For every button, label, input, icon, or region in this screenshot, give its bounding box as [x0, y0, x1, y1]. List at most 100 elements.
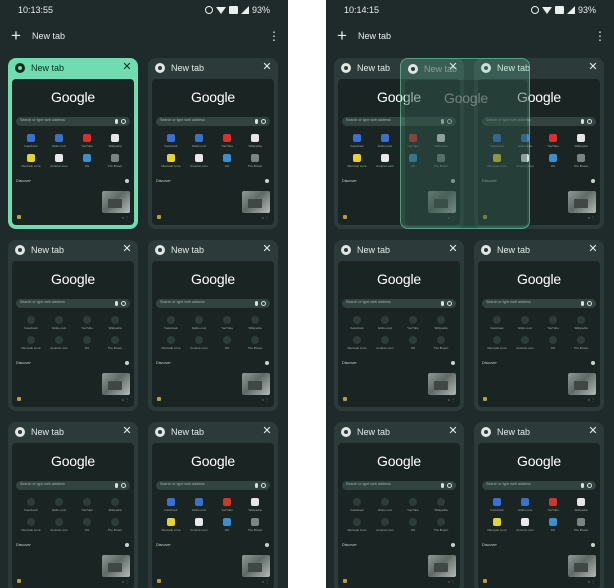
wikipedia-icon [251, 134, 259, 142]
wifi-icon [215, 6, 226, 14]
close-tab-button[interactable]: ✕ [447, 424, 459, 438]
signal-icon [240, 6, 249, 14]
close-tab-button[interactable]: ✕ [587, 60, 599, 74]
tab-card[interactable]: New tab ✕ Google Search or type web address… [148, 422, 278, 588]
shortcut-tile: Olx [540, 336, 566, 355]
tab-card[interactable]: New tab ✕ Google Search or type web address… [474, 240, 604, 411]
olx-icon [83, 154, 91, 162]
close-tab-button[interactable]: ✕ [587, 424, 599, 438]
more-options-button[interactable]: ⋮ [594, 28, 606, 44]
shortcut-tile: Wikipedia [102, 134, 128, 153]
close-tab-button[interactable]: ✕ [121, 424, 133, 438]
tab-card[interactable]: New tab ✕ Google Search or type web address… [148, 240, 278, 411]
tab-title: New tab [171, 245, 205, 255]
globo-icon [195, 498, 203, 506]
mic-icon [255, 301, 258, 306]
shortcut-tile: Mercado Livre [344, 336, 370, 355]
shortcut-tile: YouTube [540, 498, 566, 517]
more-icon: ⋮ [591, 215, 595, 220]
shortcut-label: Wikipedia [248, 508, 262, 512]
tab-card[interactable]: New tab ✕ Google Search or type web address… [474, 422, 604, 588]
shortcut-label: Amazon.com [190, 346, 208, 350]
page-thumbnail: Google Search or type web address Facebook… [12, 79, 134, 225]
status-time: 10:13:55 [18, 5, 54, 15]
tab-card[interactable]: New tab ✕ Google Search or type web address… [8, 422, 138, 588]
status-bar: 10:13:55 93% [0, 0, 288, 20]
new-tab-button[interactable]: + [334, 26, 350, 46]
shortcut-tile: Facebook [344, 498, 370, 517]
discover-label: Discover [342, 361, 357, 365]
youtube-icon [223, 316, 231, 324]
shortcut-tile: The Brown [242, 336, 268, 355]
shortcut-tile: Facebook [484, 316, 510, 335]
wikipedia-icon [437, 316, 445, 324]
mercado-livre-icon [27, 336, 35, 344]
wikipedia-icon [437, 498, 445, 506]
search-placeholder: Search or type web address [346, 118, 391, 122]
share-icon: < [121, 397, 124, 402]
globo-icon [55, 134, 63, 142]
discover-label: Discover [16, 361, 31, 365]
tab-card[interactable]: New tab ✕ Google Search or type web address… [8, 240, 138, 411]
wikipedia-icon [577, 134, 585, 142]
shortcut-label: YouTube [547, 326, 559, 330]
feed-source-icon [17, 579, 21, 583]
tab-switcher-toolbar: + New tab ⋮ [0, 26, 288, 48]
shortcut-tile: Olx [74, 518, 100, 537]
shortcut-tile: Amazon.com [186, 518, 212, 537]
site-icon [577, 336, 585, 344]
more-options-button[interactable]: ⋮ [268, 28, 280, 44]
status-icons: 93% [530, 5, 596, 15]
mic-icon [581, 301, 584, 306]
feed-source-icon [343, 215, 347, 219]
close-tab-button[interactable]: ✕ [121, 242, 133, 256]
search-box: Search or type web address [156, 299, 270, 308]
shortcut-tile: Globo.com [372, 316, 398, 335]
close-tab-button[interactable]: ✕ [261, 424, 273, 438]
shortcut-tile: Wikipedia [568, 134, 594, 153]
shortcut-tile: The Brown [102, 336, 128, 355]
shortcut-label: Facebook [164, 508, 178, 512]
tab-card[interactable]: New tab ✕ Google Search or type web address… [334, 422, 464, 588]
shortcut-tile: Mercado Livre [18, 518, 44, 537]
shortcut-label: Facebook [164, 326, 178, 330]
shortcut-tile: YouTube [74, 498, 100, 517]
shortcut-tile: Wikipedia [568, 316, 594, 335]
youtube-icon [83, 134, 91, 142]
close-tab-button[interactable]: ✕ [261, 242, 273, 256]
shortcut-tile: YouTube [214, 316, 240, 335]
mic-icon [115, 301, 118, 306]
new-tab-label[interactable]: New tab [32, 31, 65, 41]
new-tab-button[interactable]: + [8, 26, 24, 46]
lens-icon [587, 483, 592, 488]
close-tab-button[interactable]: ✕ [587, 242, 599, 256]
discover-label: Discover [482, 543, 497, 547]
close-tab-button[interactable]: ✕ [121, 60, 133, 74]
dragged-tab-card[interactable]: New tab Google [400, 58, 530, 229]
new-tab-label[interactable]: New tab [358, 31, 391, 41]
page-thumbnail: Google Search or type web address Facebook… [152, 79, 274, 225]
shortcut-tile: Facebook [18, 316, 44, 335]
wikipedia-icon [577, 316, 585, 324]
shortcut-tile: Globo.com [46, 498, 72, 517]
tab-card[interactable]: New tab ✕ Google Search or type web address… [8, 58, 138, 229]
youtube-icon [83, 498, 91, 506]
share-icon: < [587, 397, 590, 402]
tab-card[interactable]: New tab ✕ Google Search or type web address… [148, 58, 278, 229]
search-placeholder: Search or type web address [160, 482, 205, 486]
shortcut-tile: YouTube [400, 498, 426, 517]
shortcut-label: Olx [410, 528, 416, 532]
close-tab-button[interactable]: ✕ [447, 242, 459, 256]
settings-icon [125, 179, 129, 183]
shortcut-tile: YouTube [74, 134, 100, 153]
discover-label: Discover [482, 361, 497, 365]
chrome-favicon [341, 245, 351, 255]
olx-icon [409, 518, 417, 526]
shortcut-tile: Mercado Livre [18, 336, 44, 355]
mic-icon [255, 119, 258, 124]
tab-title: New tab [357, 245, 391, 255]
feed-source-icon [157, 215, 161, 219]
close-tab-button[interactable]: ✕ [261, 60, 273, 74]
tab-title: New tab [497, 245, 531, 255]
tab-card[interactable]: New tab ✕ Google Search or type web address… [334, 240, 464, 411]
